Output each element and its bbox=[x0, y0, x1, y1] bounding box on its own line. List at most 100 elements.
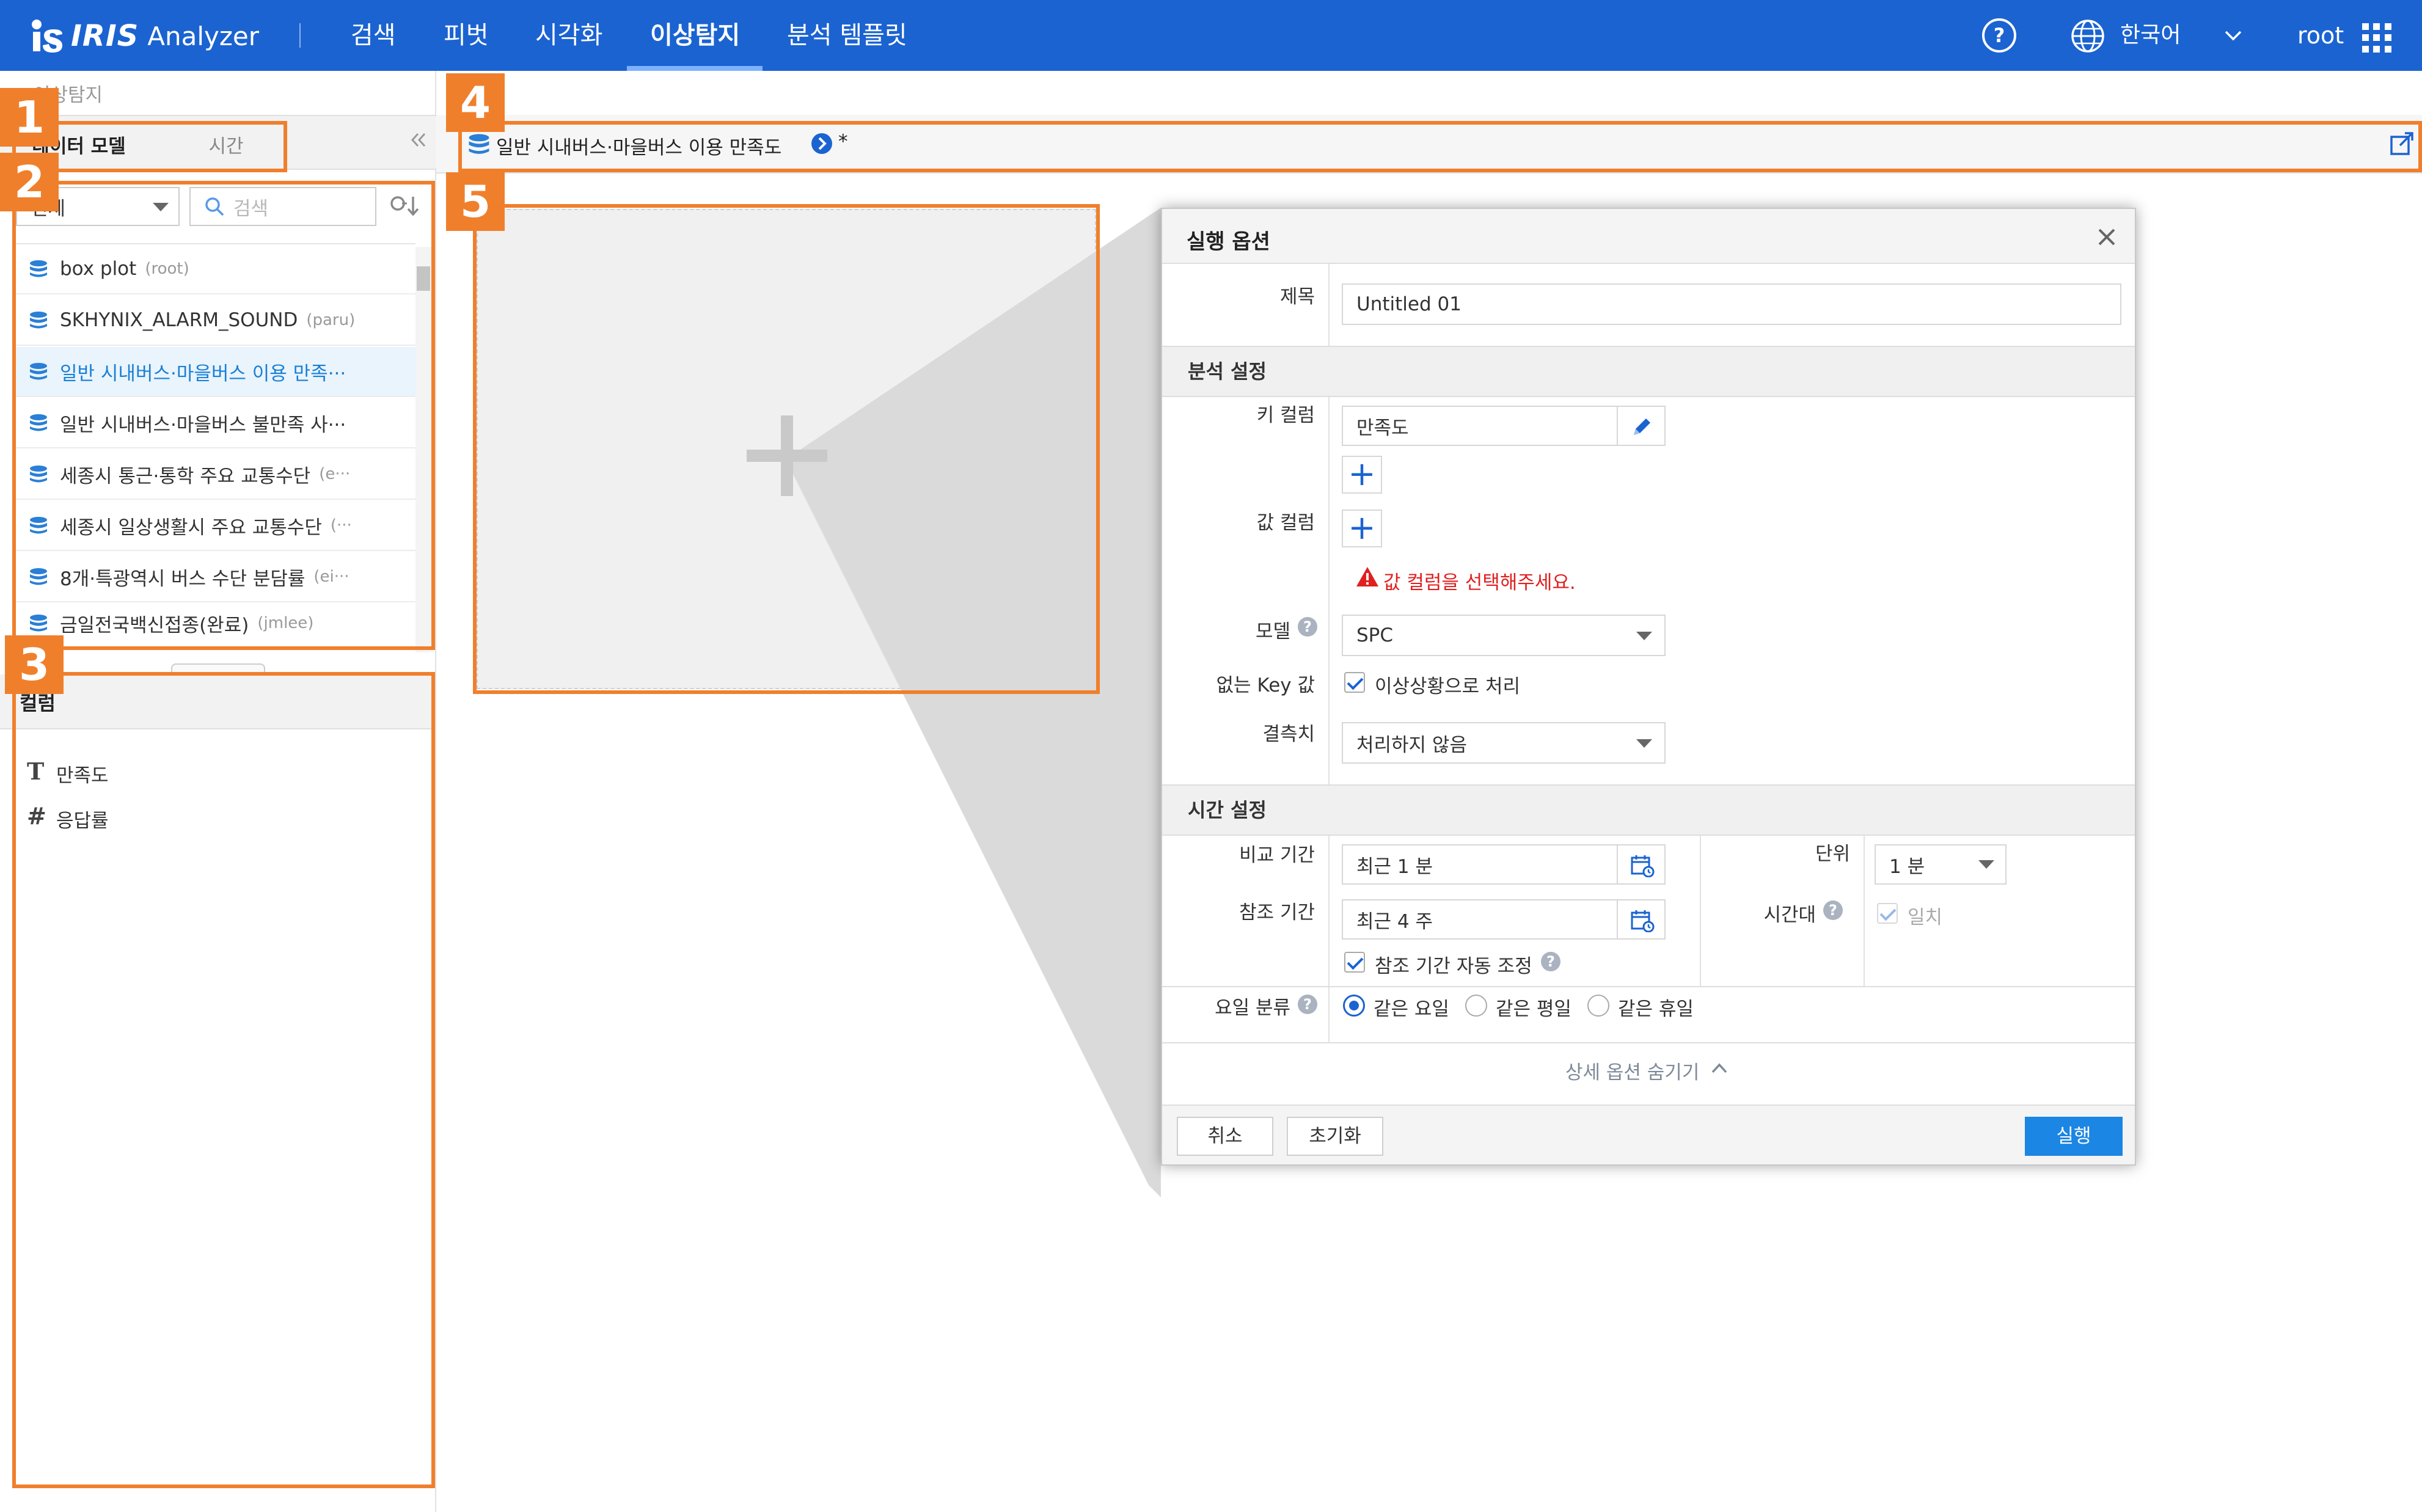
model-label: 모델 bbox=[1255, 621, 1290, 643]
compare-period-calendar-button[interactable] bbox=[1617, 844, 1666, 885]
nav-visualization[interactable]: 시각화 bbox=[535, 0, 602, 71]
reference-period-calendar-button[interactable] bbox=[1617, 899, 1666, 940]
unit-label: 단위 bbox=[1815, 843, 1850, 865]
radio-same-holiday-label: 같은 휴일 bbox=[1618, 998, 1694, 1020]
language-selector[interactable]: 한국어 bbox=[2120, 0, 2181, 71]
iris-logo-icon bbox=[32, 20, 62, 53]
chevron-down-icon bbox=[1636, 739, 1652, 748]
key-column-value: 만족도 bbox=[1356, 417, 1409, 439]
reset-button[interactable]: 초기화 bbox=[1287, 1117, 1383, 1156]
annotation-box-3 bbox=[12, 672, 435, 1488]
hide-detail-options-link[interactable]: 상세 옵션 숨기기 bbox=[1565, 1057, 1699, 1084]
nav-anomaly-detection[interactable]: 이상탐지 bbox=[650, 0, 740, 71]
radio-same-holiday[interactable] bbox=[1587, 995, 1609, 1017]
run-options-dialog: 실행 옵션 제목 Untitled 01 분석 설정 키 컬럼 만족도 + 값 … bbox=[1161, 208, 2136, 1166]
timezone-label: 시간대 bbox=[1763, 904, 1816, 926]
row-divider bbox=[1162, 986, 2135, 987]
help-icon[interactable]: ? bbox=[1298, 617, 1317, 637]
no-key-checkbox-label: 이상상황으로 처리 bbox=[1375, 676, 1521, 698]
reference-period-value: 최근 4 주 bbox=[1356, 910, 1433, 933]
active-nav-indicator bbox=[627, 66, 763, 71]
brand-sub-text: Analyzer bbox=[147, 21, 260, 51]
label-divider bbox=[1864, 836, 1865, 986]
add-value-column-button[interactable]: + bbox=[1342, 509, 1382, 547]
value-column-label: 값 컬럼 bbox=[1256, 512, 1315, 534]
auto-adjust-label: 참조 기간 자동 조정 bbox=[1375, 955, 1532, 977]
value-column-error: 값 컬럼을 선택해주세요. bbox=[1383, 572, 1576, 594]
unit-select-value: 1 분 bbox=[1889, 855, 1925, 878]
timezone-checkbox[interactable] bbox=[1877, 903, 1898, 924]
chevron-down-icon[interactable] bbox=[2224, 28, 2242, 43]
title-input[interactable]: Untitled 01 bbox=[1342, 283, 2121, 325]
chevron-up-icon[interactable] bbox=[1711, 1062, 1728, 1075]
missing-value-select[interactable]: 처리하지 않음 bbox=[1342, 722, 1666, 764]
analysis-settings-section: 분석 설정 bbox=[1162, 346, 2135, 397]
weekday-label: 요일 분류 bbox=[1215, 997, 1290, 1019]
user-name[interactable]: root bbox=[2297, 0, 2344, 71]
app-grid-icon[interactable] bbox=[2362, 23, 2391, 53]
edit-key-column-button[interactable] bbox=[1617, 406, 1666, 446]
cancel-button[interactable]: 취소 bbox=[1177, 1117, 1273, 1156]
panel-resize-handle[interactable] bbox=[171, 663, 265, 672]
no-key-checkbox[interactable] bbox=[1344, 672, 1365, 693]
annotation-box-5 bbox=[473, 204, 1100, 694]
annotation-badge-3: 3 bbox=[5, 635, 64, 694]
column-divider bbox=[1700, 836, 1701, 986]
annotation-box-4 bbox=[458, 121, 2422, 172]
help-icon[interactable]: ? bbox=[1981, 17, 2018, 54]
dialog-title: 실행 옵션 bbox=[1187, 230, 1270, 254]
annotation-box-2 bbox=[12, 181, 435, 650]
globe-icon[interactable] bbox=[2070, 18, 2106, 54]
radio-same-weekday-label: 같은 요일 bbox=[1374, 998, 1449, 1020]
add-key-column-button[interactable]: + bbox=[1342, 456, 1382, 494]
annotation-badge-4: 4 bbox=[446, 73, 505, 132]
chevron-down-icon bbox=[1636, 632, 1652, 640]
reference-period-label: 참조 기간 bbox=[1239, 902, 1315, 924]
auto-adjust-checkbox[interactable] bbox=[1344, 952, 1365, 973]
nav-pivot[interactable]: 피벗 bbox=[444, 0, 489, 71]
timezone-checkbox-label: 일치 bbox=[1908, 907, 1943, 929]
help-icon[interactable]: ? bbox=[1823, 900, 1843, 920]
radio-same-weekday[interactable] bbox=[1343, 995, 1365, 1017]
compare-period-input[interactable]: 최근 1 분 bbox=[1342, 844, 1618, 885]
compare-period-label: 비교 기간 bbox=[1239, 844, 1315, 866]
calendar-icon bbox=[1631, 910, 1655, 932]
missing-value-selected: 처리하지 않음 bbox=[1356, 734, 1467, 756]
nav-divider bbox=[299, 23, 301, 48]
warning-icon bbox=[1356, 567, 1378, 586]
row-divider bbox=[1162, 1042, 2135, 1043]
svg-text:?: ? bbox=[1994, 24, 2005, 47]
help-icon[interactable]: ? bbox=[1298, 995, 1317, 1014]
key-column-label: 키 컬럼 bbox=[1256, 404, 1315, 426]
model-select[interactable]: SPC bbox=[1342, 615, 1666, 656]
calendar-icon bbox=[1631, 855, 1655, 877]
chevron-down-icon bbox=[1978, 860, 1994, 869]
model-select-value: SPC bbox=[1356, 624, 1394, 646]
pencil-icon bbox=[1634, 418, 1650, 435]
time-settings-section: 시간 설정 bbox=[1162, 784, 2135, 836]
reference-period-input[interactable]: 최근 4 주 bbox=[1342, 899, 1618, 940]
label-divider bbox=[1328, 397, 1330, 786]
brand-logo[interactable]: IRIS Analyzer bbox=[29, 15, 259, 57]
no-key-label: 없는 Key 값 bbox=[1216, 674, 1315, 696]
nav-analysis-template[interactable]: 분석 템플릿 bbox=[787, 0, 907, 71]
nav-search[interactable]: 검색 bbox=[351, 0, 396, 71]
run-button[interactable]: 실행 bbox=[2025, 1117, 2123, 1156]
radio-same-workday[interactable] bbox=[1465, 995, 1487, 1017]
title-input-value: Untitled 01 bbox=[1356, 293, 1462, 315]
radio-same-workday-label: 같은 평일 bbox=[1496, 998, 1571, 1020]
title-label: 제목 bbox=[1279, 286, 1315, 308]
annotation-badge-5: 5 bbox=[446, 172, 505, 231]
annotation-badge-1: 1 bbox=[0, 88, 59, 147]
close-icon[interactable] bbox=[2097, 227, 2117, 247]
annotation-badge-2: 2 bbox=[0, 153, 59, 211]
collapse-panel-icon[interactable] bbox=[409, 131, 428, 149]
dialog-header bbox=[1162, 209, 2135, 264]
key-column-input[interactable]: 만족도 bbox=[1342, 406, 1618, 446]
help-icon[interactable]: ? bbox=[1541, 952, 1560, 971]
missing-value-label: 결측치 bbox=[1262, 723, 1315, 745]
label-divider bbox=[1328, 264, 1330, 347]
label-divider bbox=[1328, 987, 1330, 1042]
compare-period-value: 최근 1 분 bbox=[1356, 855, 1433, 878]
label-divider bbox=[1328, 836, 1330, 987]
